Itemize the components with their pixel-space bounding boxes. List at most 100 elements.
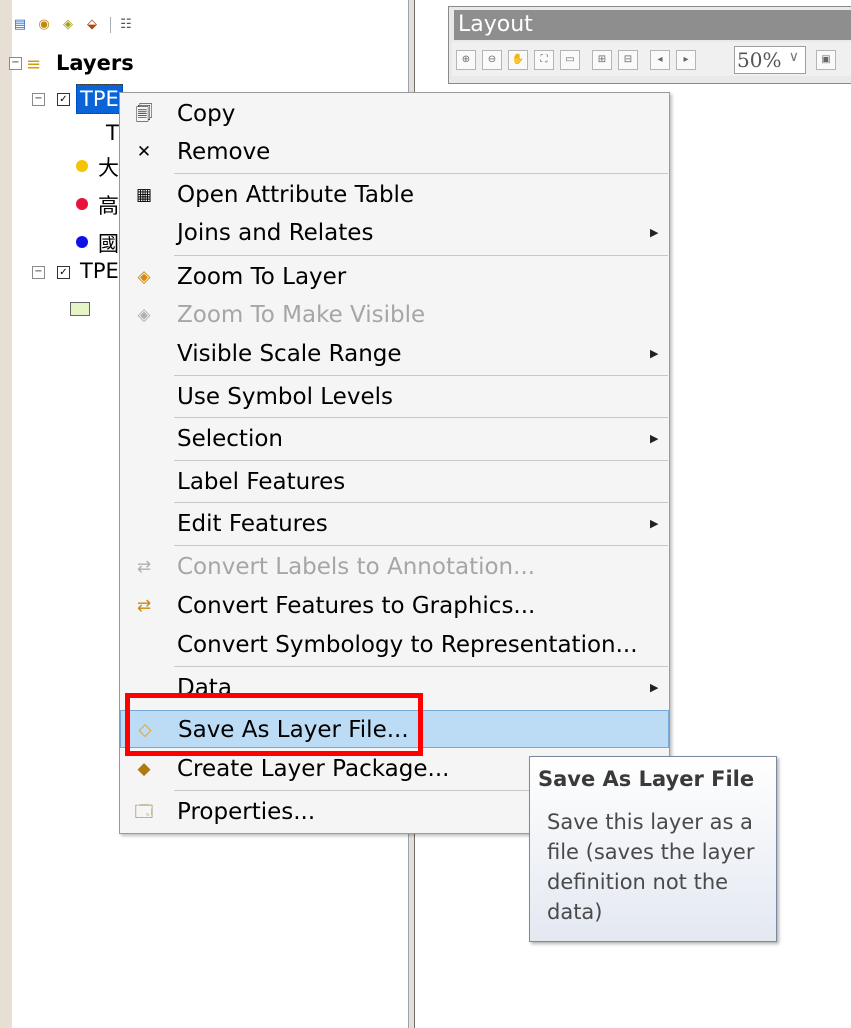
list-by-source-icon[interactable]: ◉ — [36, 16, 52, 32]
menu-separator — [174, 375, 668, 376]
zoom-visible-icon: ◈ — [137, 305, 151, 325]
menu-separator — [174, 173, 668, 174]
menu-separator — [174, 417, 668, 418]
previous-extent-icon[interactable]: ◂ — [650, 50, 670, 70]
fixed-zoom-in-icon[interactable]: ⊞ — [592, 50, 612, 70]
menu-item-remove-label: Remove — [177, 139, 271, 165]
tooltip-body: Save this layer as a file (saves the lay… — [547, 810, 755, 924]
menu-item-copy[interactable]: 🗐 Copy — [120, 95, 669, 133]
menu-separator — [174, 666, 668, 667]
collapse-layers-icon[interactable]: − — [9, 57, 22, 70]
legend-class-2-label: 高 — [98, 194, 119, 218]
tooltip-title: Save As Layer File — [538, 767, 755, 791]
legend-class-3: 國 — [98, 228, 119, 258]
menu-item-zoom-to-layer[interactable]: ◈ Zoom To Layer — [120, 258, 669, 296]
table-icon: ▦ — [135, 185, 153, 205]
menu-separator — [174, 502, 668, 503]
menu-item-remove[interactable]: ✕ Remove — [120, 133, 669, 171]
properties-icon: 🗔 — [134, 802, 154, 822]
menu-item-label-features-label: Label Features — [177, 469, 346, 495]
annotation-highlight-box — [125, 693, 423, 756]
menu-item-properties-label: Properties... — [177, 799, 316, 825]
zoom-in-icon[interactable]: ⊕ — [456, 50, 476, 70]
legend-symbol-blue-icon — [76, 236, 88, 248]
zoom-level-value: 50% — [737, 48, 782, 72]
zoom-whole-page-icon[interactable]: ⛶ — [534, 50, 554, 70]
menu-item-visible-scale-range-label: Visible Scale Range — [177, 341, 402, 367]
menu-separator — [174, 545, 668, 546]
legend-class-2: 高 — [98, 190, 119, 220]
layout-toolbar-title: Layout — [454, 10, 851, 40]
menu-item-zoom-to-make-visible-label: Zoom To Make Visible — [177, 302, 426, 328]
menu-item-open-attribute-table-label: Open Attribute Table — [177, 182, 415, 208]
zoom-to-layer-icon: ◈ — [137, 267, 151, 287]
menu-item-edit-features[interactable]: Edit Features ▶ — [120, 505, 669, 543]
next-extent-icon[interactable]: ▸ — [676, 50, 696, 70]
list-by-visibility-icon[interactable]: ◈ — [60, 16, 76, 32]
menu-item-convert-labels-label: Convert Labels to Annotation... — [177, 554, 536, 580]
menu-item-zoom-to-make-visible[interactable]: ◈ Zoom To Make Visible — [120, 296, 669, 334]
menu-item-joins-and-relates-label: Joins and Relates — [177, 220, 374, 246]
menu-item-convert-labels-to-annotation[interactable]: ⇄ Convert Labels to Annotation... — [120, 548, 669, 586]
menu-item-label-features[interactable]: Label Features — [120, 463, 669, 501]
chevron-down-icon[interactable]: ∨ — [789, 49, 799, 65]
menu-item-selection[interactable]: Selection ▶ — [120, 420, 669, 458]
list-by-drawing-order-icon[interactable]: ▤ — [12, 16, 28, 32]
menu-item-copy-label: Copy — [177, 101, 236, 127]
zoom-100-icon[interactable]: ▭ — [560, 50, 580, 70]
toc-toolbar: ▤ ◉ ◈ ⬙ ☷ — [12, 10, 408, 40]
collapse-layer-1-icon[interactable]: − — [32, 93, 45, 106]
convert-graphics-icon: ⇄ — [136, 596, 152, 616]
menu-item-convert-features-label: Convert Features to Graphics... — [177, 593, 536, 619]
collapse-layer-2-icon[interactable]: − — [32, 266, 45, 279]
legend-class-1-label: 大 — [98, 156, 119, 180]
submenu-arrow-icon: ▶ — [650, 347, 659, 360]
zoom-level-combobox[interactable]: 50% ∨ — [734, 46, 806, 74]
menu-item-open-attribute-table[interactable]: ▦ Open Attribute Table — [120, 176, 669, 214]
pan-icon[interactable]: ✋ — [508, 50, 528, 70]
data-frame-label: Layers — [56, 51, 134, 75]
menu-item-selection-label: Selection — [177, 426, 283, 452]
menu-separator — [174, 255, 668, 256]
legend-symbol-yellow-icon — [76, 160, 88, 172]
menu-item-convert-features-to-graphics[interactable]: ⇄ Convert Features to Graphics... — [120, 587, 669, 625]
data-frame-layers[interactable]: Layers — [56, 48, 134, 78]
layer-1-name[interactable]: TPE — [76, 84, 123, 114]
submenu-arrow-icon: ▶ — [650, 432, 659, 445]
legend-symbol-red-icon — [76, 198, 88, 210]
menu-item-use-symbol-levels-label: Use Symbol Levels — [177, 384, 393, 410]
menu-item-zoom-to-layer-label: Zoom To Layer — [177, 264, 347, 290]
copy-icon: 🗐 — [135, 104, 153, 124]
legend-class-1: 大 — [98, 152, 119, 182]
polygon-symbol-icon — [70, 302, 90, 316]
fixed-zoom-out-icon[interactable]: ⊟ — [618, 50, 638, 70]
toolbar-separator — [110, 17, 111, 33]
layer-2-visibility-checkbox[interactable]: ✓ — [57, 266, 70, 279]
remove-icon: ✕ — [136, 142, 152, 162]
menu-item-use-symbol-levels[interactable]: Use Symbol Levels — [120, 378, 669, 416]
list-by-selection-icon[interactable]: ⬙ — [84, 16, 100, 32]
submenu-arrow-icon: ▶ — [650, 226, 659, 239]
menu-separator — [174, 460, 668, 461]
menu-item-joins-and-relates[interactable]: Joins and Relates ▶ — [120, 214, 669, 252]
layer-1-sublabel: T — [106, 118, 119, 148]
layer-1-sublabel-text: T — [106, 121, 119, 145]
layer-1-visibility-checkbox[interactable]: ✓ — [57, 93, 70, 106]
layers-icon: ≡ — [26, 54, 42, 75]
menu-item-convert-symbology[interactable]: Convert Symbology to Representation... — [120, 626, 669, 664]
submenu-arrow-icon: ▶ — [650, 681, 659, 694]
menu-item-convert-symbology-label: Convert Symbology to Representation... — [177, 632, 638, 658]
convert-labels-icon: ⇄ — [136, 557, 152, 577]
layer-1-label: TPE — [80, 87, 119, 111]
tooltip: Save As Layer File Save this layer as a … — [529, 756, 777, 942]
package-icon: ◆ — [137, 759, 151, 779]
layer-2-label: TPE — [80, 259, 119, 283]
legend-class-3-label: 國 — [98, 232, 119, 256]
toggle-draft-mode-icon[interactable]: ▣ — [816, 50, 836, 70]
left-window-edge — [0, 0, 12, 1028]
options-icon[interactable]: ☷ — [118, 16, 134, 32]
menu-item-edit-features-label: Edit Features — [177, 511, 328, 537]
menu-item-visible-scale-range[interactable]: Visible Scale Range ▶ — [120, 335, 669, 373]
layer-2-name[interactable]: TPE — [80, 256, 119, 286]
zoom-out-icon[interactable]: ⊖ — [482, 50, 502, 70]
